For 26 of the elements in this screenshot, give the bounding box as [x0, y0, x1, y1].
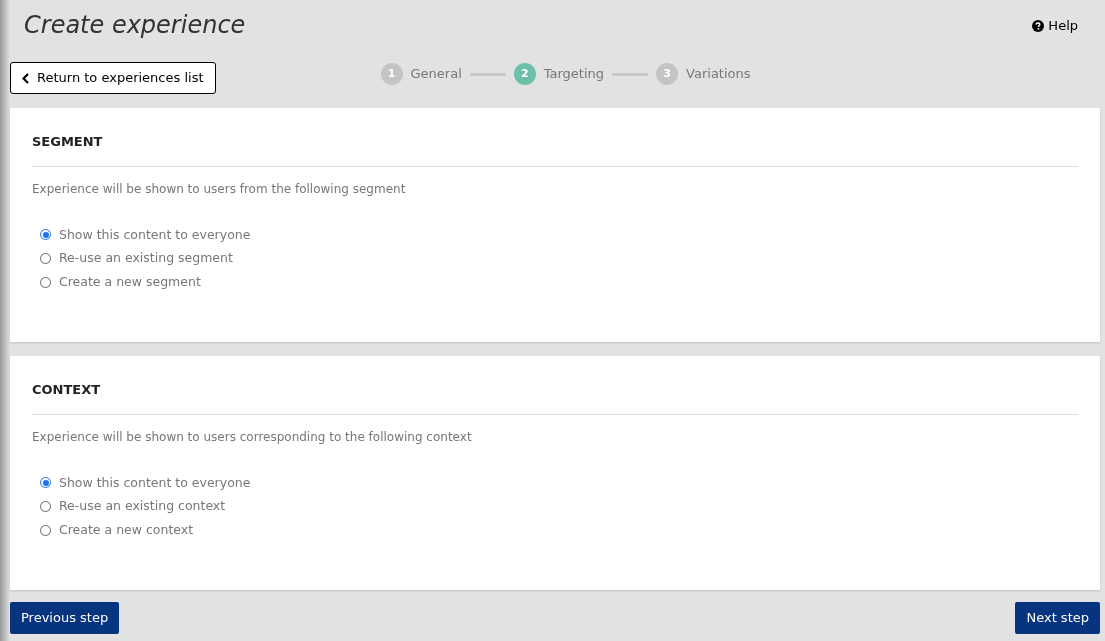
step-label: Targeting: [543, 65, 605, 84]
previous-step-button[interactable]: Previous step: [10, 602, 120, 634]
step[interactable]: 1 General: [380, 63, 462, 85]
help-icon: [1032, 19, 1045, 32]
back-button[interactable]: Return to experiences list: [10, 62, 216, 94]
page-title: Create experience: [24, 10, 246, 40]
step-label: General: [410, 65, 462, 84]
step-number: 3: [656, 63, 679, 85]
step-number: 2: [513, 63, 536, 85]
radio-option[interactable]: Re-use an existing segment: [40, 249, 1078, 268]
radio-option[interactable]: Show this content to everyone: [40, 473, 1078, 493]
step[interactable]: 3 Variations: [656, 63, 751, 85]
chevron-left-icon: [22, 72, 29, 84]
section-description: Experience will be shown to users from the following segment: [32, 180, 407, 198]
step-label: Variations: [686, 65, 751, 84]
help-link[interactable]: Help: [1032, 16, 1078, 36]
section-description: Experience will be shown to users corresponding to the following context: [32, 428, 473, 446]
section-heading: SEGMENT: [32, 132, 1078, 167]
radio-option[interactable]: Re-use an existing context: [40, 497, 1078, 516]
next-step-button[interactable]: Next step: [1015, 602, 1100, 634]
step[interactable]: 2 Targeting: [513, 63, 605, 85]
section-heading: CONTEXT: [32, 380, 1078, 415]
radio-option[interactable]: Show this content to everyone: [40, 225, 1078, 245]
radio-option[interactable]: Create a new context: [40, 521, 1078, 540]
radio-option[interactable]: Create a new segment: [40, 273, 1078, 292]
step-number: 1: [380, 63, 403, 85]
